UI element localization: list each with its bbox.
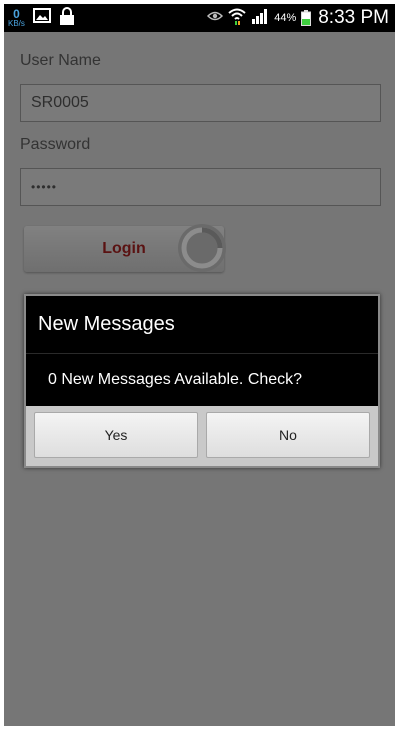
image-icon (32, 8, 51, 28)
network-speed-unit: KB/s (8, 19, 25, 28)
status-clock: 8:33 PM (318, 7, 389, 28)
no-button[interactable]: No (206, 412, 370, 458)
password-value: ••••• (31, 180, 58, 194)
username-value: SR0005 (31, 94, 89, 111)
login-button-label: Login (102, 240, 146, 257)
password-field[interactable]: ••••• (20, 168, 381, 206)
status-bar: 0 KB/s 44% 8:33 PM (4, 4, 395, 32)
loading-spinner-icon (176, 222, 228, 274)
username-label: User Name (20, 52, 101, 69)
no-button-label: No (279, 427, 297, 443)
username-field[interactable]: SR0005 (20, 84, 381, 122)
yes-button[interactable]: Yes (34, 412, 198, 458)
lock-icon (59, 6, 75, 30)
network-speed-indicator: 0 KB/s (8, 8, 25, 28)
battery-percent: 44% (274, 12, 297, 24)
dialog-title: New Messages (26, 296, 378, 354)
status-bar-right: 44% 8:33 PM (207, 6, 389, 30)
signal-icon (251, 8, 269, 29)
status-bar-left: 0 KB/s (8, 6, 75, 30)
wifi-icon (228, 7, 246, 30)
password-label: Password (20, 136, 91, 153)
eye-icon (207, 9, 224, 27)
new-messages-dialog: New Messages 0 New Messages Available. C… (24, 294, 380, 468)
dialog-message: 0 New Messages Available. Check? (48, 371, 303, 388)
yes-button-label: Yes (104, 427, 128, 443)
battery-icon (301, 10, 312, 26)
dialog-button-bar: Yes No (26, 406, 378, 466)
app-screen: 0 KB/s 44% 8:33 PM User Name SR0005 Pass… (4, 4, 395, 726)
